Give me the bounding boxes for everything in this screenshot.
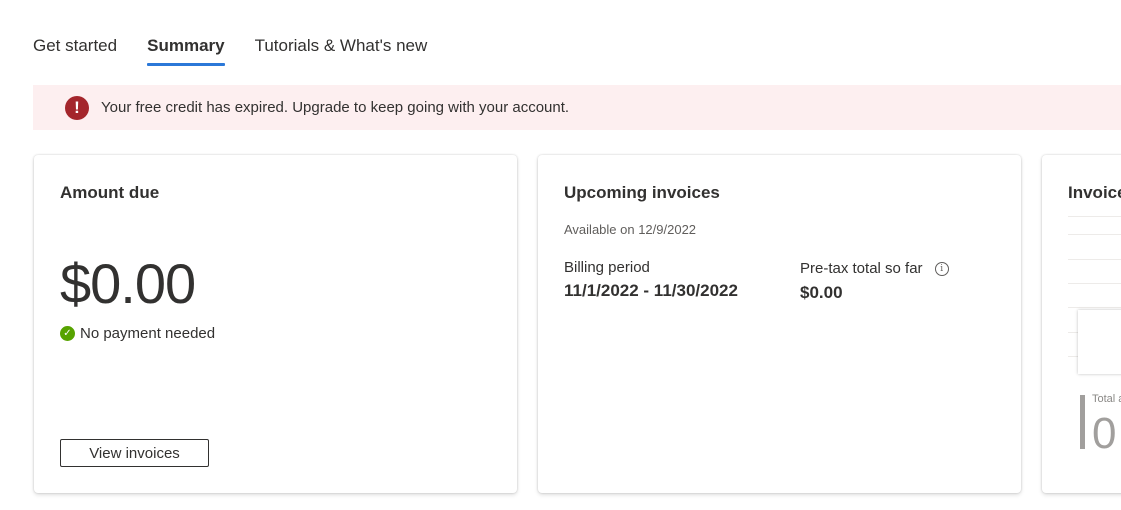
total-indicator-bar xyxy=(1080,395,1085,449)
card-title: Amount due xyxy=(60,183,160,202)
amount-due-value: $0.00 xyxy=(60,252,196,315)
payment-status-text: No payment needed xyxy=(80,325,216,342)
tab-bar: Get started Summary Tutorials & What's n… xyxy=(33,36,457,66)
pretax-value: $0.00 xyxy=(800,283,843,302)
billing-period-label: Billing period xyxy=(564,259,650,276)
view-invoices-button[interactable]: View invoices xyxy=(60,439,209,467)
card-title: Invoice xyxy=(1068,183,1121,202)
upcoming-invoices-card: Upcoming invoices Available on 12/9/2022… xyxy=(538,155,1021,493)
pretax-label-group: Pre-tax total so far i xyxy=(800,260,949,277)
chart-gridline xyxy=(1068,216,1121,217)
pretax-label: Pre-tax total so far xyxy=(800,260,923,277)
available-date: Available on 12/9/2022 xyxy=(564,222,697,237)
total-label: Total a xyxy=(1092,393,1121,405)
info-icon[interactable]: i xyxy=(934,262,949,277)
chart-gridline xyxy=(1068,307,1121,308)
error-icon: ! xyxy=(65,95,89,120)
tab-get-started[interactable]: Get started xyxy=(33,36,117,64)
amount-due-card: Amount due $0.00 ✓ No payment needed Vie… xyxy=(34,155,517,493)
tab-tutorials[interactable]: Tutorials & What's new xyxy=(255,36,428,64)
chart-gridline xyxy=(1068,259,1121,260)
chart-gridline xyxy=(1068,234,1121,235)
billing-period-value: 11/1/2022 - 11/30/2022 xyxy=(564,281,738,300)
payment-status: ✓ No payment needed xyxy=(60,325,215,342)
chart-tooltip xyxy=(1078,310,1121,374)
tab-summary[interactable]: Summary xyxy=(147,36,226,66)
total-value: 0 xyxy=(1092,409,1117,458)
check-circle-icon: ✓ xyxy=(60,326,75,341)
card-title: Upcoming invoices xyxy=(564,183,720,202)
alert-message: Your free credit has expired. Upgrade to… xyxy=(101,99,570,116)
invoice-card: Invoice Total a 0 xyxy=(1042,155,1121,493)
chart-gridline xyxy=(1068,283,1121,284)
credit-expired-alert: ! Your free credit has expired. Upgrade … xyxy=(33,85,1121,130)
